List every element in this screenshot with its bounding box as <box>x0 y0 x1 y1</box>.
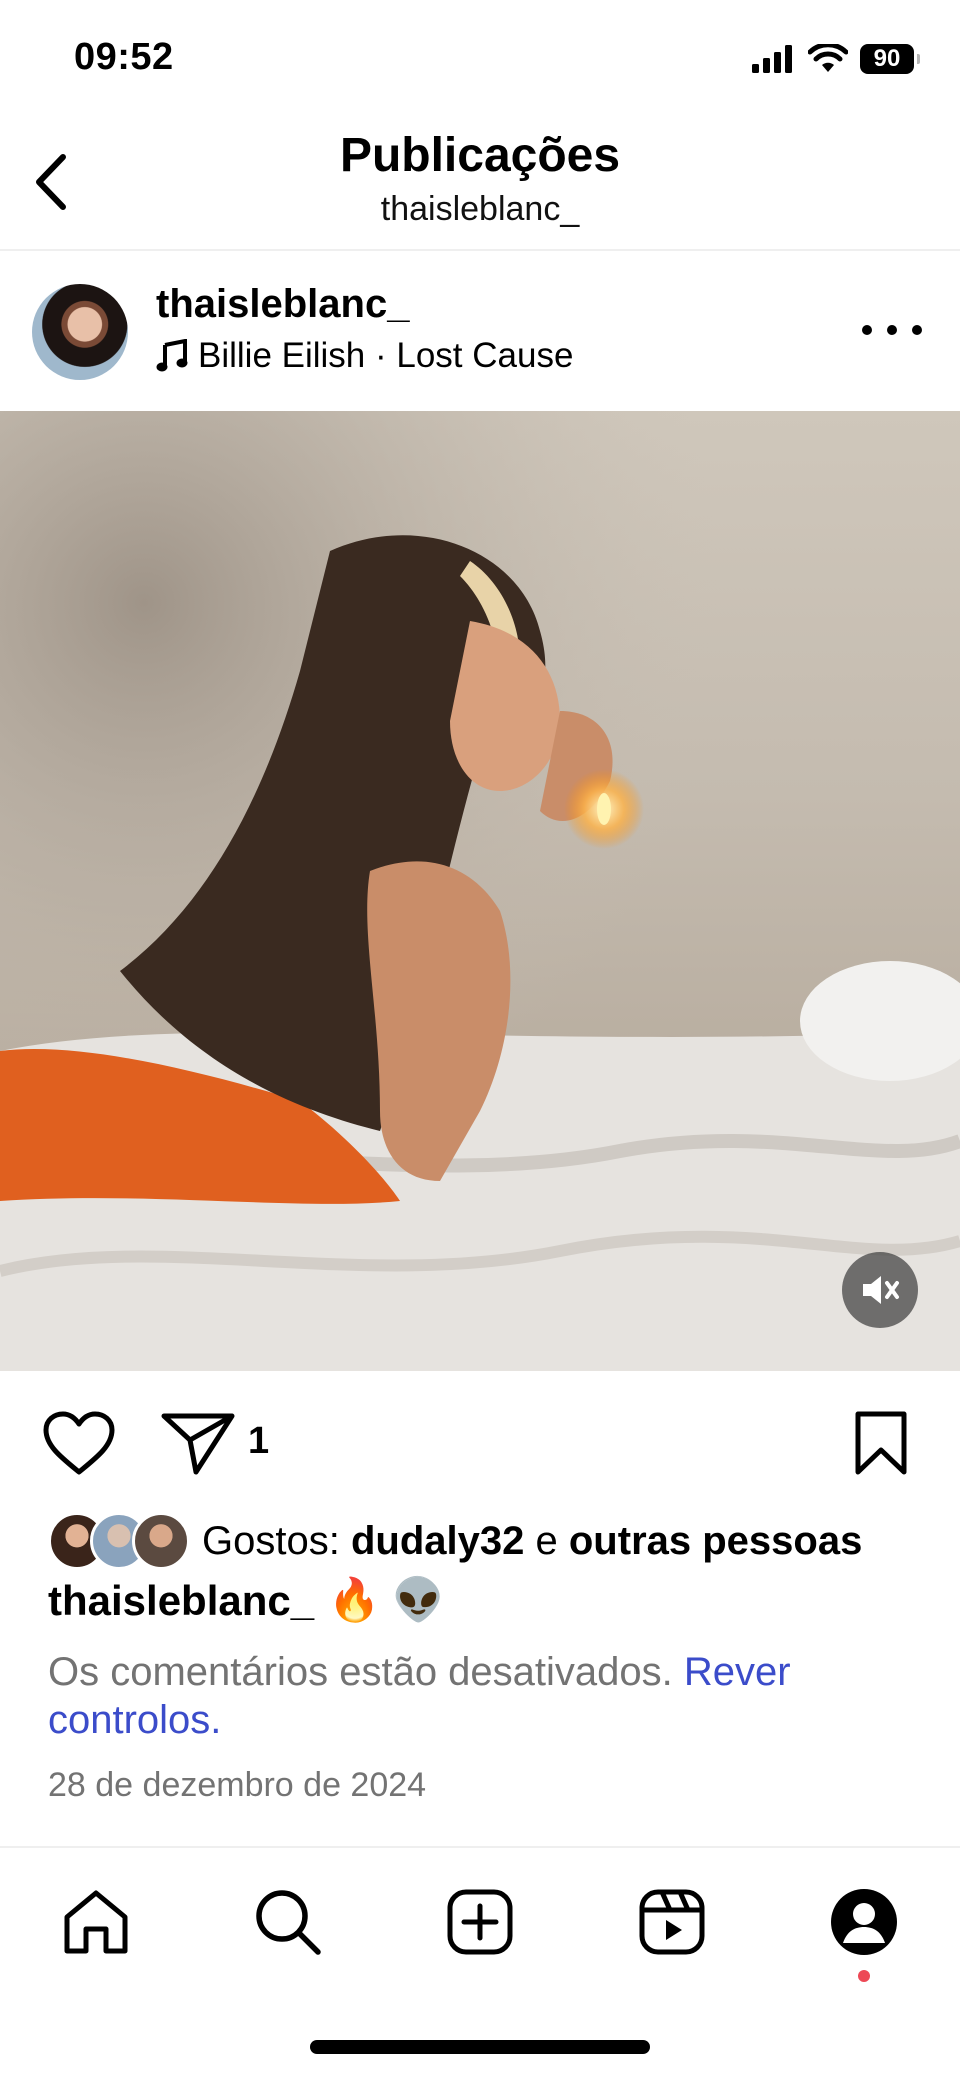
music-label: Billie Eilish · Lost Cause <box>198 336 574 375</box>
more-options-button[interactable] <box>862 310 922 350</box>
likes-text: Gostos: dudaly32 e outras pessoas <box>202 1519 862 1564</box>
status-time: 09:52 <box>74 36 174 78</box>
search-icon <box>256 1890 321 1955</box>
nav-reels[interactable] <box>634 1884 710 1960</box>
home-icon <box>64 1890 128 1954</box>
likes-prefix: Gostos: <box>202 1518 340 1563</box>
nav-profile[interactable] <box>826 1884 902 1960</box>
nav-home[interactable] <box>58 1884 134 1960</box>
post-date: 28 de dezembro de 2024 <box>48 1766 427 1804</box>
nav-search[interactable] <box>250 1884 326 1960</box>
post-media[interactable] <box>0 411 960 1371</box>
reels-icon <box>639 1889 705 1955</box>
create-icon <box>447 1889 513 1955</box>
likes-others[interactable]: outras pessoas <box>569 1519 862 1563</box>
share-count: 1 <box>248 1420 270 1462</box>
profile-icon <box>831 1889 897 1955</box>
bookmark-icon <box>855 1411 907 1475</box>
send-icon <box>161 1413 235 1475</box>
avatar[interactable] <box>32 284 128 380</box>
liker-avatar <box>132 1512 190 1570</box>
notification-dot <box>858 1970 870 1982</box>
status-icons: 90 <box>752 44 920 74</box>
header-divider <box>0 249 960 251</box>
signal-icon <box>752 45 792 73</box>
share-button[interactable] <box>160 1410 236 1481</box>
post-photo <box>0 411 960 1371</box>
music-note-icon <box>156 339 188 372</box>
comments-disabled-note: Os comentários estão desativados. Rever … <box>48 1648 908 1744</box>
heart-icon <box>43 1411 115 1475</box>
likes-joiner: e <box>535 1518 558 1563</box>
caption-username[interactable]: thaisleblanc_ <box>48 1577 314 1625</box>
post-music[interactable]: Billie Eilish · Lost Cause <box>156 336 573 376</box>
page-subtitle: thaisleblanc_ <box>380 190 580 228</box>
battery-indicator: 90 <box>860 44 920 74</box>
speaker-muted-icon <box>863 1276 899 1304</box>
comments-disabled-text: Os comentários estão desativados. <box>48 1650 673 1694</box>
nav-create[interactable] <box>442 1884 518 1960</box>
wifi-icon <box>808 44 848 72</box>
save-button[interactable] <box>852 1410 910 1481</box>
page-title: Publicações <box>339 129 621 182</box>
more-icon <box>862 325 872 335</box>
home-indicator <box>310 2040 650 2054</box>
mute-toggle-button[interactable] <box>842 1252 918 1328</box>
like-button[interactable] <box>42 1410 116 1481</box>
likes-user[interactable]: dudaly32 <box>351 1519 524 1563</box>
post-username[interactable]: thaisleblanc_ <box>156 282 409 327</box>
likes-row[interactable]: Gostos: dudaly32 e outras pessoas <box>48 1512 862 1570</box>
caption-text: 🔥 👽 <box>328 1576 445 1623</box>
caption: thaisleblanc_ 🔥 👽 <box>48 1576 444 1625</box>
nav-divider <box>0 1846 960 1848</box>
